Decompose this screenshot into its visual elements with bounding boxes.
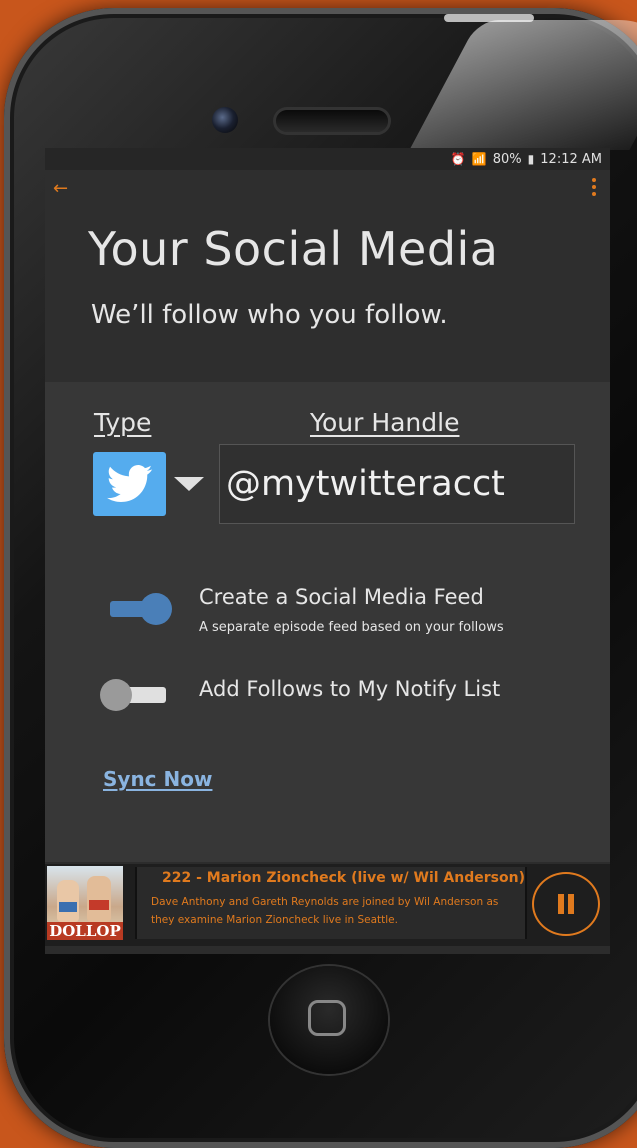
pause-button[interactable]: [532, 872, 600, 936]
page-subtitle: We’ll follow who you follow.: [91, 300, 448, 330]
battery-level: 80%: [492, 151, 522, 167]
alarm-icon: ⏰: [450, 152, 466, 166]
album-figure: [87, 876, 111, 922]
twitter-icon: [107, 465, 153, 503]
notify-list-label: Add Follows to My Notify List: [199, 677, 501, 701]
album-figure-detail: [89, 900, 109, 910]
mini-player: DOLLOP 222 - Marion Zioncheck (live w/ W…: [45, 864, 610, 946]
album-logo: DOLLOP: [47, 922, 123, 940]
social-feed-toggle[interactable]: [110, 593, 176, 625]
notify-list-toggle[interactable]: [100, 679, 166, 711]
episode-title: 222 - Marion Zioncheck (live w/ Wil Ande…: [162, 870, 525, 886]
social-feed-label: Create a Social Media Feed: [199, 585, 484, 609]
status-bar: ⏰ 📶 80% ▮ 12:12 AM: [45, 148, 610, 170]
toggle-knob: [140, 593, 172, 625]
pause-icon: [568, 894, 574, 914]
sync-now-link[interactable]: Sync Now: [103, 767, 212, 791]
album-figure-detail: [59, 902, 77, 912]
overflow-menu-icon[interactable]: [592, 178, 596, 199]
pause-icon: [558, 894, 564, 914]
handle-label: Your Handle: [310, 408, 460, 437]
front-camera: [212, 107, 238, 133]
social-form: Type Your Handle Create a Social Media F…: [45, 382, 610, 862]
app-screen: ⏰ 📶 80% ▮ 12:12 AM ← Your Social Media W…: [45, 148, 610, 954]
page-header: Your Social Media We’ll follow who you f…: [45, 210, 610, 382]
social-type-selector[interactable]: [93, 452, 166, 516]
app-bar: ←: [45, 170, 610, 210]
battery-icon: ▮: [527, 152, 535, 166]
type-label: Type: [94, 408, 152, 437]
social-feed-sublabel: A separate episode feed based on your fo…: [199, 620, 504, 635]
clock: 12:12 AM: [540, 151, 602, 167]
home-square-icon: [308, 1000, 346, 1036]
episode-description: Dave Anthony and Gareth Reynolds are joi…: [151, 896, 499, 926]
home-button[interactable]: [270, 966, 388, 1074]
back-arrow-icon[interactable]: ←: [53, 178, 68, 199]
page-title: Your Social Media: [88, 222, 499, 276]
album-art[interactable]: DOLLOP: [47, 866, 123, 940]
handle-input[interactable]: [219, 444, 575, 524]
episode-info[interactable]: 222 - Marion Zioncheck (live w/ Wil Ande…: [135, 867, 527, 939]
earpiece-speaker: [276, 110, 388, 132]
album-figure: [57, 880, 79, 922]
screen-glare: [409, 20, 637, 150]
toggle-knob: [100, 679, 132, 711]
type-dropdown-icon[interactable]: [174, 477, 204, 491]
wifi-icon: 📶: [471, 152, 487, 166]
